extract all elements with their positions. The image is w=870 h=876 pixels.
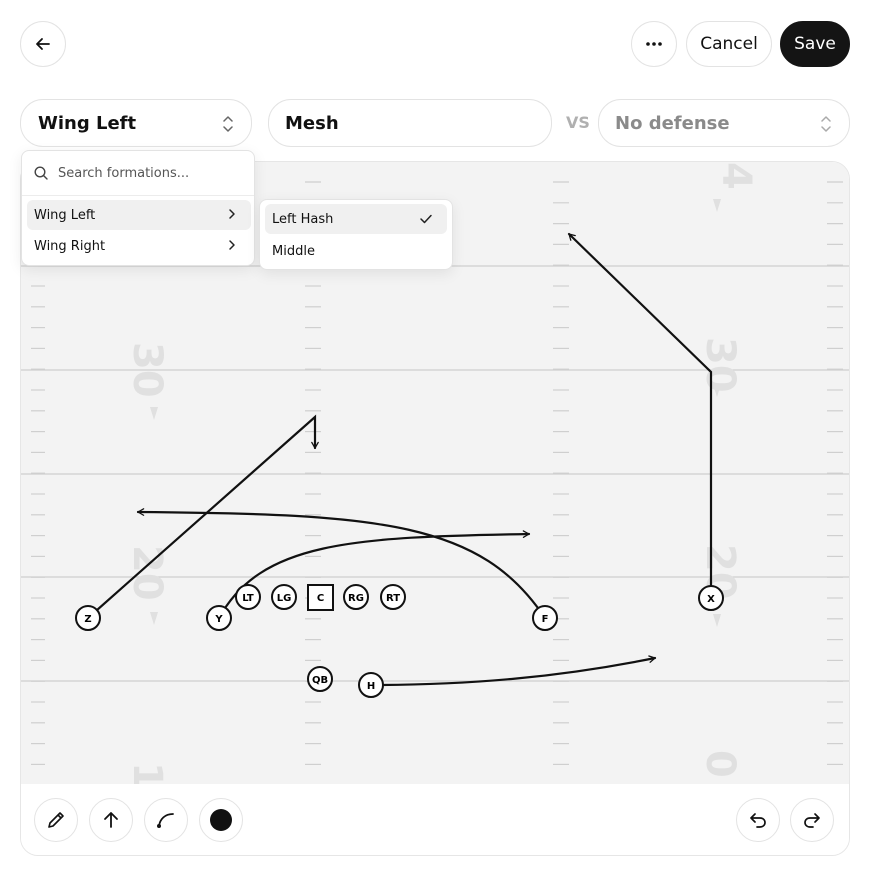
formation-select[interactable]: Wing Left: [20, 99, 252, 147]
defense-select[interactable]: No defense: [598, 99, 850, 147]
chevron-right-icon: [229, 209, 235, 219]
formation-value: Wing Left: [38, 112, 137, 134]
yard-number: 20: [124, 545, 170, 601]
player-y[interactable]: Y: [206, 605, 232, 631]
redo-button[interactable]: [790, 798, 834, 842]
chevron-up-down-icon: [821, 116, 831, 132]
pencil-tool-button[interactable]: [34, 798, 78, 842]
formation-search: [22, 151, 254, 196]
formation-menu: Wing Left Wing Right: [21, 150, 255, 266]
player-label: F: [542, 614, 549, 625]
player-label: X: [707, 594, 715, 605]
chevron-right-icon: [229, 240, 235, 250]
player-label: RT: [386, 593, 400, 604]
check-icon: [420, 214, 432, 224]
pencil-icon: [48, 812, 64, 828]
more-button[interactable]: [631, 21, 677, 67]
yard-number: 0: [697, 750, 743, 778]
formation-item-label: Wing Left: [34, 207, 96, 223]
player-rt[interactable]: RT: [380, 584, 406, 610]
arrow-tool-button[interactable]: [89, 798, 133, 842]
formation-item-wing-right[interactable]: Wing Right: [27, 231, 251, 261]
player-c[interactable]: C: [307, 584, 334, 611]
player-x[interactable]: X: [698, 585, 724, 611]
player-qb[interactable]: QB: [307, 666, 333, 692]
yard-number: 4: [713, 162, 759, 190]
arrow-left-icon: [36, 38, 50, 50]
player-label: Y: [214, 614, 223, 625]
back-button[interactable]: [20, 21, 66, 67]
defense-value: No defense: [615, 112, 730, 134]
more-horizontal-icon: [646, 42, 662, 46]
formation-item-label: Wing Right: [34, 238, 106, 254]
formation-search-input[interactable]: [56, 164, 240, 182]
yard-number: 30: [124, 342, 170, 398]
player-z[interactable]: Z: [75, 605, 101, 631]
undo-button[interactable]: [736, 798, 780, 842]
undo-icon: [750, 813, 766, 828]
play-name-field[interactable]: Mesh: [268, 99, 552, 147]
player-lt[interactable]: LT: [235, 584, 261, 610]
hash-item-label: Left Hash: [272, 211, 334, 227]
vs-label: VS: [566, 113, 590, 132]
save-button[interactable]: Save: [780, 21, 850, 67]
hash-item-left-hash[interactable]: Left Hash: [265, 204, 447, 234]
curve-icon: [157, 813, 174, 828]
player-label: LG: [277, 593, 292, 604]
search-icon: [34, 166, 48, 180]
color-tool-button[interactable]: [199, 798, 243, 842]
player-lg[interactable]: LG: [271, 584, 297, 610]
player-label: QB: [312, 675, 328, 686]
formation-item-wing-left[interactable]: Wing Left: [27, 200, 251, 230]
cancel-button[interactable]: Cancel: [686, 21, 772, 67]
play-name-value: Mesh: [285, 112, 339, 134]
player-label: LT: [242, 593, 254, 604]
hash-item-middle[interactable]: Middle: [265, 236, 447, 266]
redo-icon: [804, 813, 820, 828]
arrow-up-icon: [104, 812, 118, 828]
player-label: C: [317, 593, 324, 604]
hash-item-label: Middle: [272, 243, 315, 259]
chevron-up-down-icon: [223, 116, 233, 132]
yard-number: 1: [124, 762, 170, 784]
color-dot-icon: [210, 809, 232, 831]
player-f[interactable]: F: [532, 605, 558, 631]
player-rg[interactable]: RG: [343, 584, 369, 610]
player-label: Z: [84, 614, 91, 625]
player-label: H: [367, 681, 375, 692]
player-h[interactable]: H: [358, 672, 384, 698]
player-label: RG: [348, 593, 364, 604]
hash-submenu: Left Hash Middle: [259, 199, 453, 270]
drawing-toolbar: [21, 784, 849, 855]
curve-tool-button[interactable]: [144, 798, 188, 842]
